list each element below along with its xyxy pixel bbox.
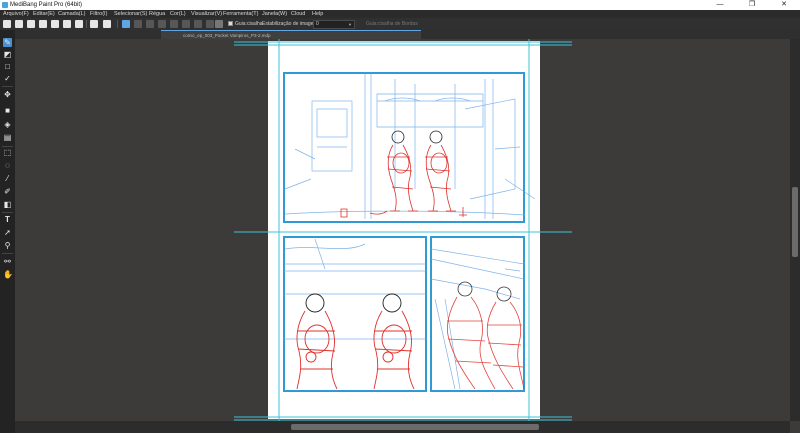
vertical-scroll-thumb[interactable] (792, 187, 798, 257)
text-icon[interactable]: T (3, 215, 12, 224)
panel-bottom-right (430, 236, 525, 392)
gradient-icon[interactable]: ▤ (3, 133, 12, 142)
document-tabs: comic_ep_003_Pocket Vampiros_P3-2.mdp (15, 30, 800, 39)
operation-icon[interactable]: ➚ (3, 228, 12, 237)
new-file-icon[interactable] (3, 20, 11, 28)
separator (2, 86, 13, 87)
horizontal-scrollbar[interactable] (15, 421, 790, 433)
snap-radial-icon[interactable] (170, 20, 178, 28)
comic-drawing (234, 39, 572, 421)
stabilization-label: Estabilização de imagens (262, 21, 319, 27)
separator (2, 212, 13, 213)
stabilization-select[interactable]: 0 ▼ (313, 20, 355, 29)
fill-rect-icon[interactable]: ■ (3, 106, 12, 115)
title-bar: MediBang Paint Pro (64bit) — ❐ ✕ (0, 0, 800, 10)
select-pen-icon[interactable]: ✐ (3, 187, 12, 196)
hand-icon[interactable]: ✋ (3, 270, 13, 279)
menu-edit[interactable]: Editar(E) (33, 10, 55, 18)
undo-icon[interactable] (90, 20, 98, 28)
separator (86, 20, 87, 28)
share-icon[interactable] (51, 20, 59, 28)
chevron-down-icon: ▼ (348, 22, 352, 27)
menu-cloud[interactable]: Cloud (291, 10, 305, 18)
bucket-icon[interactable]: ◈ (3, 120, 12, 129)
select-rect-icon[interactable]: ⬚ (3, 148, 12, 157)
window-title: MediBang Paint Pro (64bit) (10, 2, 83, 8)
open-icon[interactable] (15, 20, 23, 28)
pen-icon[interactable]: ✎ (3, 38, 12, 47)
export-icon[interactable] (63, 20, 71, 28)
menu-bar: Arquivo(F) Editar(E) Camada(L) Filtro(I)… (0, 10, 800, 18)
snap-off-icon[interactable] (122, 20, 130, 28)
border-guide-label[interactable]: Guia:cisalha de Bordas (366, 20, 418, 28)
tab-document[interactable]: comic_ep_003_Pocket Vampiros_P3-2.mdp (161, 30, 421, 39)
maximize-button[interactable]: ❐ (736, 0, 768, 10)
menu-window[interactable]: Janela(W) (262, 10, 287, 18)
snap-gear-icon[interactable] (215, 20, 223, 28)
menu-tool[interactable]: Ferramenta(T) (223, 10, 258, 18)
tool-palette: ✎ ◩ □ ✓ ✥ ■ ◈ ▤ ⬚ ◌ ⁄ ✐ ◧ T ➚ ⚲ ⚯ ✋ (0, 30, 15, 433)
window-controls: — ❐ ✕ (704, 0, 800, 10)
zoom-icon[interactable]: ⚯ (3, 257, 12, 266)
separator (117, 20, 118, 28)
horizontal-scroll-thumb[interactable] (291, 424, 539, 430)
lasso-icon[interactable]: ◌ (3, 161, 12, 170)
menu-select[interactable]: Selecionar(S) (114, 10, 147, 18)
characters-sketch-bottom-right (447, 281, 525, 390)
app-icon (2, 2, 8, 8)
rect-icon[interactable]: □ (3, 62, 12, 71)
menu-layer[interactable]: Camada(L) (58, 10, 86, 18)
save-icon[interactable] (27, 20, 35, 28)
minimize-button[interactable]: — (704, 0, 736, 10)
canvas-area[interactable] (15, 39, 790, 421)
magic-wand-icon[interactable]: ⁄ (3, 174, 12, 183)
stabilization-value: 0 (316, 21, 319, 27)
snap-settings-icon[interactable] (206, 20, 214, 28)
select-eraser-icon[interactable]: ◧ (3, 200, 12, 209)
check-icon[interactable]: ✓ (3, 74, 12, 83)
eyedropper-icon[interactable]: ⚲ (3, 241, 12, 250)
cloud-save-icon[interactable] (39, 20, 47, 28)
background-sketch (284, 73, 536, 390)
eraser-icon[interactable]: ◩ (3, 50, 12, 59)
menu-ruler[interactable]: Régua (149, 10, 165, 18)
menu-help[interactable]: Help (312, 10, 323, 18)
characters-sketch-bottom-left (296, 293, 415, 390)
menu-file[interactable]: Arquivo(F) (3, 10, 29, 18)
panel-bottom-left (283, 236, 427, 392)
snap-parallel-icon[interactable] (134, 20, 142, 28)
menu-view[interactable]: Visualizar(V) (191, 10, 222, 18)
menu-filter[interactable]: Filtro(I) (90, 10, 107, 18)
vertical-scrollbar[interactable] (790, 39, 800, 421)
separator (2, 253, 13, 254)
menu-color[interactable]: Cor(L) (170, 10, 186, 18)
settings-icon[interactable] (75, 20, 83, 28)
guide-label: Guia:cisalha (235, 21, 263, 27)
snap-circle-icon[interactable] (182, 20, 190, 28)
redo-icon[interactable] (103, 20, 111, 28)
characters-sketch-top (340, 130, 467, 218)
guide-checkbox[interactable] (228, 21, 233, 26)
close-button[interactable]: ✕ (768, 0, 800, 10)
move-icon[interactable]: ✥ (3, 90, 12, 99)
separator (2, 146, 13, 147)
snap-curve-icon[interactable] (194, 20, 202, 28)
document-title: comic_ep_003_Pocket Vampiros_P3-2.mdp (183, 33, 271, 38)
snap-cross-icon[interactable] (146, 20, 154, 28)
snap-vanishing-icon[interactable] (158, 20, 166, 28)
